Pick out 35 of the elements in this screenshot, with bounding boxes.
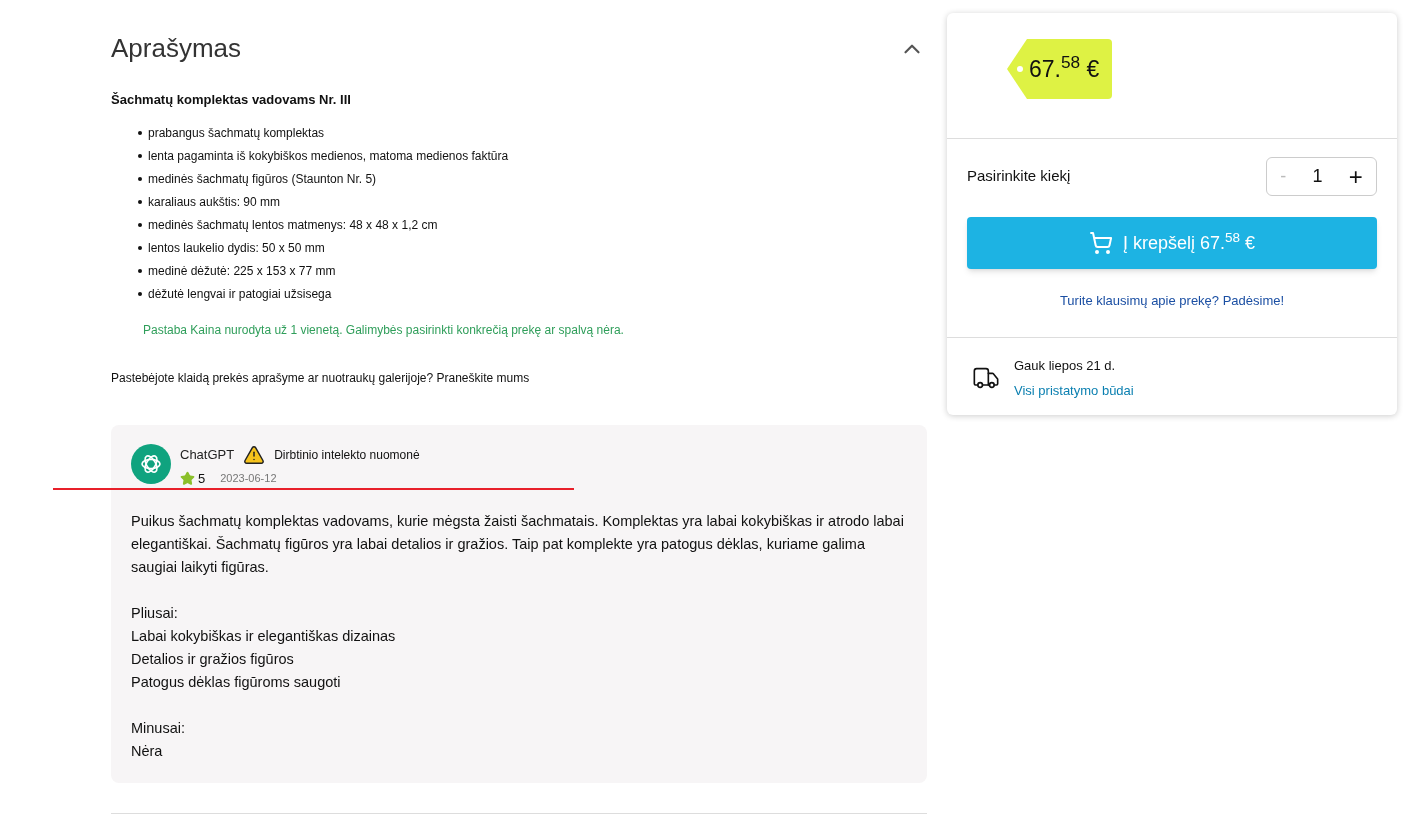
price-text: 67.$^{58}$ €: [1029, 51, 1100, 84]
product-name: Šachmatų komplektas vadovams Nr. III: [111, 91, 352, 109]
chatbot-avatar-icon: [131, 443, 171, 484]
help-link[interactable]: Turite klausimų apie prekę? Padėsime!: [967, 291, 1377, 311]
feature-item: dėžutė lengvai ir patogiai užsisega: [138, 284, 927, 303]
review-author: ChatGPT: [180, 445, 235, 464]
cart-icon: [1088, 231, 1113, 255]
feature-item: medinės šachmatų figūros (Staunton Nr. 5): [138, 169, 927, 188]
quantity-value: 1: [1312, 165, 1323, 188]
feature-item: medinė dėžutė: 225 x 153 x 77 mm: [138, 261, 927, 280]
delivery-date: Gauk liepos 21 d.: [1014, 356, 1117, 375]
feature-item: lentos laukelio dydis: 50 x 50 mm: [138, 238, 927, 257]
feature-item: karaliaus aukštis: 90 mm: [138, 192, 927, 211]
review-text: Minusai:: [131, 719, 186, 738]
increase-button[interactable]: +: [1348, 158, 1363, 195]
review-text: Detalios ir gražios figūros: [131, 650, 295, 669]
quantity-stepper[interactable]: - 1 +: [1266, 157, 1377, 196]
quantity-label: Pasirinkite kiekį: [967, 166, 1071, 187]
ai-opinion-label: Dirbtinio intelekto nuomonė: [274, 446, 420, 464]
report-text: Pastebėjote klaidą prekės aprašyme ar nuotraukų galerijoje? Praneškite mums: [111, 369, 531, 387]
warning-icon: [243, 443, 266, 466]
note-text: Pastaba Kaina nurodyta už 1 vienetą. Galimybės pasirinkti konkrečią prekę ar spalvą nėra.: [143, 321, 625, 339]
delivery-options-link[interactable]: Visi pristatymo būdai: [1014, 381, 1134, 401]
section-title: Aprašymas: [111, 32, 242, 65]
review-date: 2023-06-12: [220, 471, 277, 486]
review-text: Patogus dėklas figūroms saugoti: [131, 673, 342, 692]
rating-value: 5: [198, 469, 206, 488]
feature-item: medinės šachmatų lentos matmenys: 48 x 48 x 1,2 cm: [138, 215, 927, 234]
feature-item: prabangus šachmatų komplektas: [138, 123, 927, 142]
feature-item: lenta pagaminta iš kokybiškos medienos, matoma medienos faktūra: [138, 146, 927, 165]
review-text: Nėra: [131, 742, 164, 761]
review-text: Puikus šachmatų komplektas vadovams, kurie mėgsta žaisti šachmatais. Komplektas yra labai kokybiškas ir atrodo labai elegantiškai. Šachmatų figūros yra labai detalios ir gražios. Taip pat komplekte yra patogus dėklas, kuriame galima saugiai laikyti figūras.: [131, 512, 905, 577]
review-text: Labai kokybiškas ir elegantiškas dizainas: [131, 627, 397, 646]
review-text: Pliusai:: [131, 604, 179, 623]
star-icon: [180, 470, 195, 486]
